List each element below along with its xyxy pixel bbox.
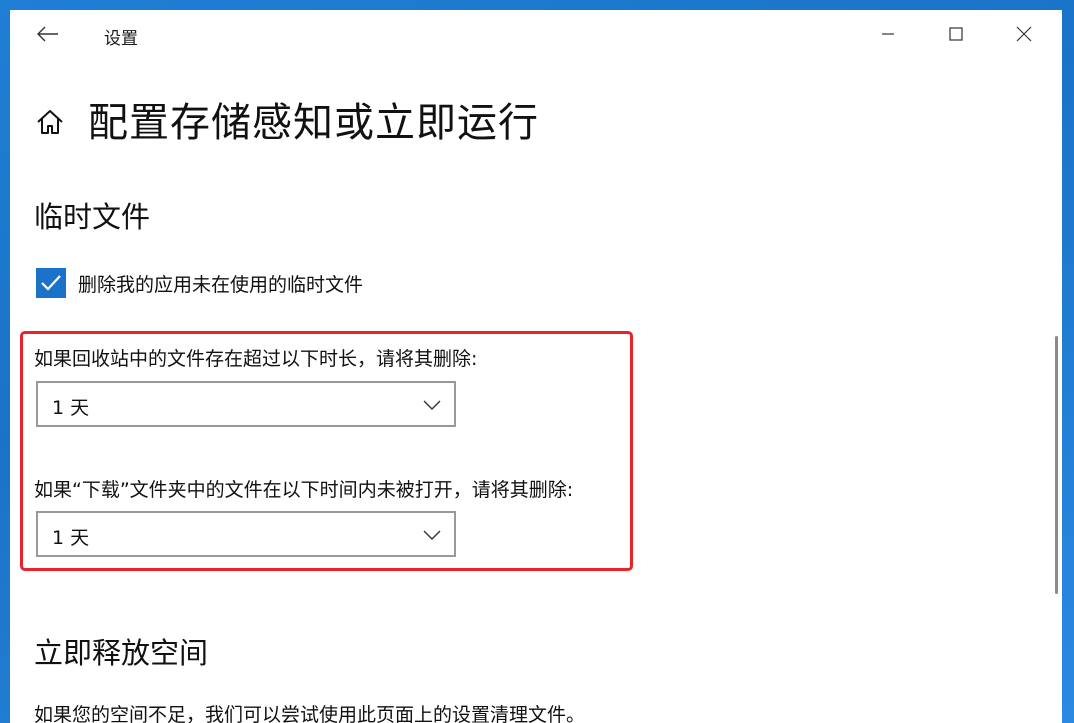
maximize-icon	[949, 27, 963, 41]
temp-files-heading: 临时文件	[34, 200, 151, 234]
minimize-button[interactable]	[854, 10, 922, 58]
recycle-bin-duration-value: 1 天	[52, 397, 90, 419]
back-arrow-icon	[37, 26, 58, 42]
settings-window: 设置 配置存储感知或立即运行 临时文件 删除我的应用未在使用的临时文件 如果回收…	[10, 10, 1062, 723]
checkmark-icon	[41, 275, 61, 291]
delete-temp-files-checkbox[interactable]	[36, 268, 66, 298]
back-button[interactable]	[28, 18, 68, 50]
home-icon[interactable]	[34, 106, 66, 138]
chevron-down-icon	[423, 530, 441, 540]
recycle-bin-label: 如果回收站中的文件存在超过以下时长，请将其删除:	[34, 348, 478, 370]
minimize-icon	[882, 33, 894, 35]
delete-temp-files-option[interactable]: 删除我的应用未在使用的临时文件	[36, 268, 363, 298]
page-title: 配置存储感知或立即运行	[88, 100, 539, 146]
downloads-duration-select[interactable]: 1 天	[36, 511, 456, 557]
title-bar: 设置	[10, 10, 1062, 58]
free-now-heading: 立即释放空间	[34, 636, 209, 670]
close-button[interactable]	[990, 10, 1058, 58]
scrollbar-thumb[interactable]	[1055, 336, 1058, 594]
window-title: 设置	[104, 29, 138, 49]
free-now-description: 如果您的空间不足，我们可以尝试使用此页面上的设置清理文件。	[34, 704, 586, 723]
downloads-duration-value: 1 天	[52, 527, 90, 549]
downloads-label: 如果“下载”文件夹中的文件在以下时间内未被打开，请将其删除:	[34, 479, 574, 501]
recycle-bin-duration-select[interactable]: 1 天	[36, 381, 456, 427]
checkbox-label: 删除我的应用未在使用的临时文件	[78, 273, 364, 296]
maximize-button[interactable]	[922, 10, 990, 58]
chevron-down-icon	[423, 400, 441, 410]
close-icon	[1016, 26, 1032, 42]
